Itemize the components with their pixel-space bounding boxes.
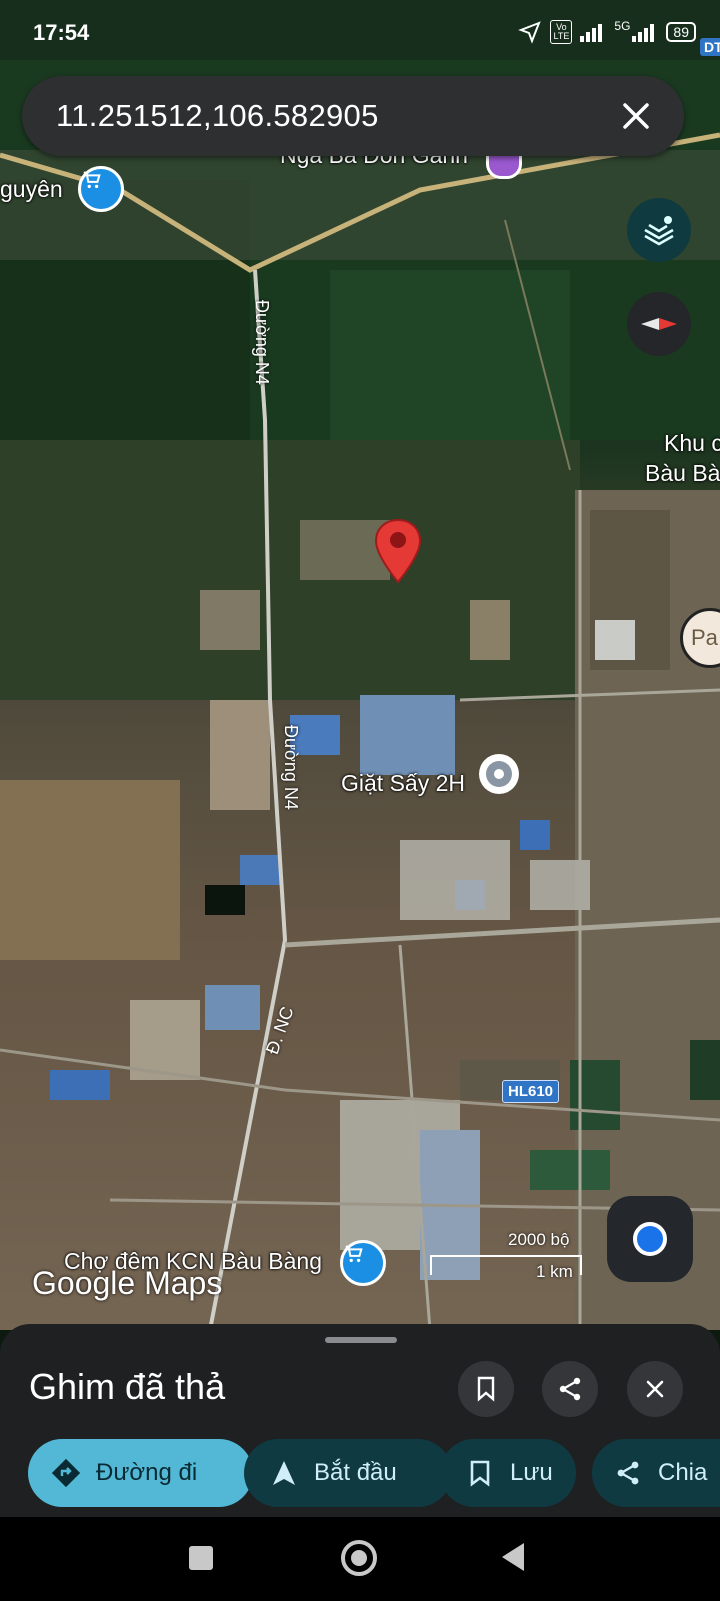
- network-type: 5G: [614, 19, 631, 33]
- search-bar[interactable]: 11.251512,106.582905: [22, 76, 684, 156]
- share-icon: [559, 1377, 581, 1401]
- recents-button[interactable]: [189, 1546, 213, 1570]
- navigation-arrow-icon: [268, 1457, 300, 1489]
- search-query[interactable]: 11.251512,106.582905: [56, 98, 379, 134]
- home-icon: [351, 1550, 367, 1566]
- status-time: 17:54: [33, 20, 90, 45]
- compass-icon: [641, 318, 677, 330]
- location-arrow-icon: [518, 21, 542, 44]
- close-sheet-button[interactable]: [627, 1361, 683, 1417]
- back-button[interactable]: [500, 1541, 526, 1578]
- location-poi-icon[interactable]: [479, 754, 519, 794]
- bookmark-icon: [464, 1457, 496, 1489]
- directions-icon: [50, 1457, 82, 1489]
- status-icons: Vo LTE 5G 89: [518, 19, 696, 44]
- bottom-sheet[interactable]: Ghim đã thả Đường đi Bắt đầu Lưu Chia: [0, 1324, 720, 1517]
- place-label-bau-bang[interactable]: Bàu Bà: [645, 460, 720, 487]
- shopping-cart-icon[interactable]: [340, 1240, 386, 1286]
- save-bookmark-button[interactable]: [458, 1361, 514, 1417]
- satellite-map[interactable]: guyên Ngã Ba Đồn Gánh Khu c Bàu Bà Pa Đư…: [0, 0, 720, 1330]
- share-label: Chia: [658, 1459, 708, 1486]
- volte-badge: Vo LTE: [550, 20, 573, 44]
- bookmark-icon: [477, 1376, 495, 1402]
- my-location-button[interactable]: [607, 1196, 693, 1282]
- layers-button[interactable]: [627, 198, 691, 262]
- battery-icon: 89: [666, 22, 696, 42]
- signal-icon: [580, 24, 603, 42]
- start-label: Bắt đầu: [314, 1459, 397, 1486]
- share-chip-button[interactable]: Chia: [592, 1439, 720, 1507]
- drag-handle[interactable]: [325, 1337, 397, 1343]
- close-icon: [646, 1380, 664, 1398]
- scale-metric: 1 km: [536, 1262, 573, 1281]
- place-label-giat-say[interactable]: Giặt Sấy 2H: [341, 770, 465, 797]
- place-label-khu[interactable]: Khu c: [664, 430, 720, 457]
- signal-icon-2: [632, 24, 655, 42]
- compass-button[interactable]: [627, 292, 691, 356]
- layers-icon: [644, 216, 674, 246]
- clear-search-button[interactable]: [614, 94, 658, 138]
- directions-button[interactable]: Đường đi: [28, 1439, 253, 1507]
- road-label-n4-mid: Đường N4: [281, 725, 301, 810]
- save-button[interactable]: Lưu: [440, 1439, 576, 1507]
- share-icon: [612, 1457, 644, 1489]
- directions-label: Đường đi: [96, 1459, 198, 1486]
- place-label-nguyen[interactable]: guyên: [0, 176, 63, 203]
- save-label: Lưu: [510, 1459, 553, 1486]
- road-label-n4-top: Đường N4: [252, 300, 272, 385]
- home-button[interactable]: [341, 1540, 377, 1576]
- action-chips: Đường đi Bắt đầu Lưu Chia: [28, 1439, 720, 1509]
- sheet-title: Ghim đã thả: [29, 1366, 226, 1407]
- my-location-icon: [633, 1222, 667, 1256]
- scale-imperial: 2000 bộ: [508, 1230, 570, 1249]
- highway-badge-hl610: HL610: [502, 1080, 560, 1103]
- share-button[interactable]: [542, 1361, 598, 1417]
- shopping-cart-icon[interactable]: [78, 166, 124, 212]
- status-bar: 17:54 Vo LTE 5G 89: [0, 0, 720, 62]
- google-maps-logo: Google Maps: [32, 1265, 223, 1301]
- close-icon: [623, 103, 649, 129]
- system-navigation-bar: [0, 1517, 720, 1601]
- back-icon: [502, 1543, 524, 1571]
- start-navigation-button[interactable]: Bắt đầu: [244, 1439, 452, 1507]
